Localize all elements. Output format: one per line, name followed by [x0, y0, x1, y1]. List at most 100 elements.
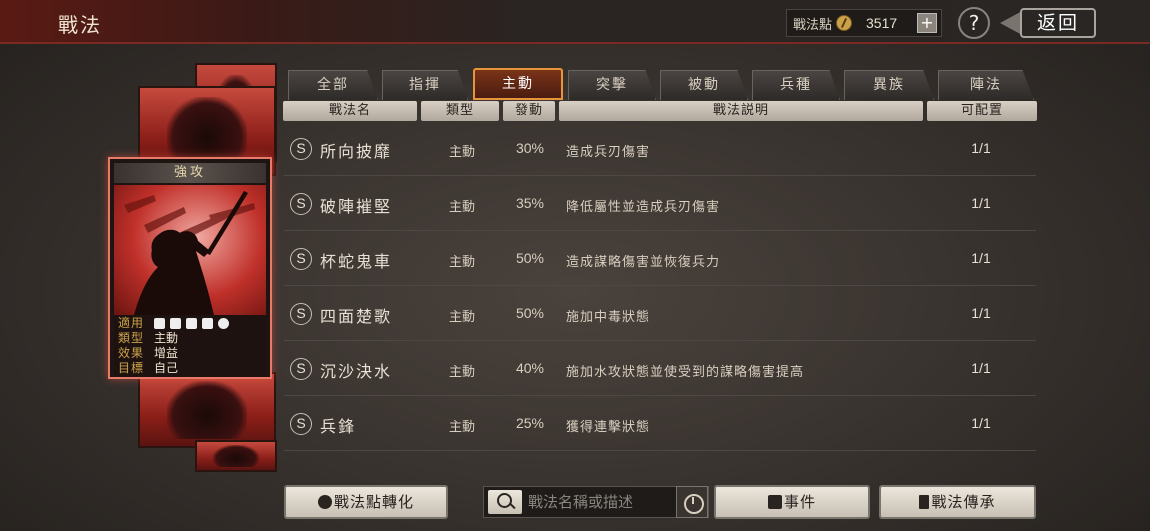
tactic-rate: 35% — [515, 195, 545, 211]
tab-all[interactable]: 全部 — [288, 70, 378, 100]
tactic-type: 主動 — [448, 200, 475, 215]
tactic-slots: 1/1 — [971, 250, 991, 266]
inherit-tactic-button[interactable]: 戰法傳承 — [879, 485, 1036, 519]
card-info-troops: 適用 — [118, 316, 262, 331]
category-tabs: 全部 指揮 主動 突擊 被動 兵種 異族 陣法 — [286, 68, 1036, 100]
tactic-type: 主動 — [448, 310, 475, 325]
tactic-points-display: 戰法點 3517 + — [786, 9, 942, 37]
table-row[interactable]: S 破陣摧堅 主動 35% 降低屬性並造成兵刃傷害 1/1 — [284, 176, 1036, 231]
convert-label: 戰法點轉化 — [333, 493, 414, 511]
convert-points-button[interactable]: 戰法點轉化 — [284, 485, 448, 519]
page-title: 戰法 — [58, 13, 102, 37]
tactic-description: 獲得連擊狀態 — [566, 420, 651, 435]
grade-s-icon: S — [290, 193, 312, 215]
card-info: 適用 類型 主動 效果 增益 目標 自己 — [114, 315, 266, 377]
search-icon[interactable] — [488, 490, 522, 514]
grade-s-icon: S — [290, 358, 312, 380]
cavalry-icon — [154, 318, 165, 329]
info-value: 增益 — [154, 346, 179, 360]
event-icon — [767, 495, 782, 509]
tab-foreign[interactable]: 異族 — [844, 70, 934, 100]
header-type[interactable]: 類型 — [421, 101, 499, 121]
tab-troop[interactable]: 兵種 — [752, 70, 840, 100]
grade-s-icon: S — [290, 248, 312, 270]
tactic-list: S 所向披靡 主動 30% 造成兵刃傷害 1/1 S 破陣摧堅 主動 35% 降… — [284, 121, 1036, 473]
grade-s-icon: S — [290, 303, 312, 325]
tactic-description: 造成謀略傷害並恢復兵力 — [566, 255, 721, 270]
tactic-name: 四面楚歌 — [320, 307, 393, 326]
tab-active[interactable]: 主動 — [473, 68, 563, 100]
back-label: 返回 — [1020, 8, 1096, 38]
history-clock-icon[interactable] — [676, 486, 708, 518]
convert-icon — [317, 495, 332, 509]
tactic-slots: 1/1 — [971, 305, 991, 321]
info-key: 類型 — [118, 331, 145, 345]
card-back-bottom-right — [195, 440, 277, 472]
search-bar — [483, 486, 709, 518]
help-button[interactable]: ? — [958, 7, 990, 39]
table-row[interactable]: S 杯蛇鬼車 主動 50% 造成謀略傷害並恢復兵力 1/1 — [284, 231, 1036, 286]
tactic-slots: 1/1 — [971, 195, 991, 211]
header-name[interactable]: 戰法名 — [283, 101, 417, 121]
back-button[interactable]: 返回 — [1000, 6, 1100, 40]
tactic-slots: 1/1 — [971, 415, 991, 431]
table-row[interactable]: S 所向披靡 主動 30% 造成兵刃傷害 1/1 — [284, 121, 1036, 176]
siege-wheel-icon — [218, 318, 229, 329]
card-info-target: 目標 自己 — [118, 361, 262, 376]
tactic-description: 造成兵刃傷害 — [566, 145, 651, 160]
tactic-description: 施加水攻狀態並使受到的謀略傷害提高 — [566, 365, 805, 380]
header-slots[interactable]: 可配置 — [927, 101, 1037, 121]
tactic-name: 兵鋒 — [320, 417, 357, 436]
event-button[interactable]: 事件 — [714, 485, 870, 519]
info-key: 適用 — [118, 316, 145, 330]
info-value: 主動 — [154, 331, 179, 345]
card-back-bottom — [138, 372, 276, 448]
tactic-name: 所向披靡 — [320, 142, 393, 161]
card-info-effect: 效果 增益 — [118, 346, 262, 361]
tactic-slots: 1/1 — [971, 140, 991, 156]
table-header: 戰法名 類型 發動 戰法説明 可配置 — [283, 101, 1037, 121]
grade-s-icon: S — [290, 138, 312, 160]
warrior-silhouette-icon — [124, 191, 255, 315]
grade-s-icon: S — [290, 413, 312, 435]
bow-icon — [186, 318, 197, 329]
tab-assault[interactable]: 突擊 — [568, 70, 656, 100]
troop-type-icons — [154, 316, 229, 331]
tactic-type: 主動 — [448, 420, 475, 435]
tactic-type: 主動 — [448, 255, 475, 270]
tactic-rate: 25% — [515, 415, 545, 431]
tab-command[interactable]: 指揮 — [382, 70, 468, 100]
event-label: 事件 — [783, 493, 816, 511]
top-bar: 戰法 戰法點 3517 + ? 返回 — [0, 0, 1150, 44]
shield-icon — [170, 318, 181, 329]
tactic-name: 沉沙決水 — [320, 362, 393, 381]
spear-icon — [202, 318, 213, 329]
hammer-icon — [919, 495, 930, 509]
inherit-label: 戰法傳承 — [931, 493, 996, 511]
header-description: 戰法説明 — [559, 101, 923, 121]
tactic-rate: 50% — [515, 305, 545, 321]
tactic-description: 施加中毒狀態 — [566, 310, 651, 325]
table-row[interactable]: S 兵鋒 主動 25% 獲得連擊狀態 1/1 — [284, 396, 1036, 451]
selected-tactic-card[interactable]: 強攻 適用 類型 主動 效果 增益 目標 自己 — [108, 157, 272, 379]
tactic-name: 杯蛇鬼車 — [320, 252, 393, 271]
table-row[interactable]: S 四面楚歌 主動 50% 施加中毒狀態 1/1 — [284, 286, 1036, 341]
tactic-type: 主動 — [448, 145, 475, 160]
info-key: 效果 — [118, 346, 145, 360]
add-points-button[interactable]: + — [917, 13, 937, 33]
tactic-name: 破陣摧堅 — [320, 197, 393, 216]
search-input[interactable] — [528, 491, 676, 513]
card-art — [114, 185, 266, 315]
info-value: 自己 — [154, 361, 179, 375]
tactic-type: 主動 — [448, 365, 475, 380]
table-row[interactable]: S 沉沙決水 主動 40% 施加水攻狀態並使受到的謀略傷害提高 1/1 — [284, 341, 1036, 396]
points-value: 3517 — [866, 15, 898, 31]
tab-passive[interactable]: 被動 — [660, 70, 748, 100]
tab-formation[interactable]: 陣法 — [938, 70, 1034, 100]
tactic-point-icon — [836, 15, 853, 31]
tactic-slots: 1/1 — [971, 360, 991, 376]
card-info-type: 類型 主動 — [118, 331, 262, 346]
header-rate[interactable]: 發動 — [503, 101, 555, 121]
points-label: 戰法點 — [793, 17, 833, 33]
tactic-description: 降低屬性並造成兵刃傷害 — [566, 200, 721, 215]
